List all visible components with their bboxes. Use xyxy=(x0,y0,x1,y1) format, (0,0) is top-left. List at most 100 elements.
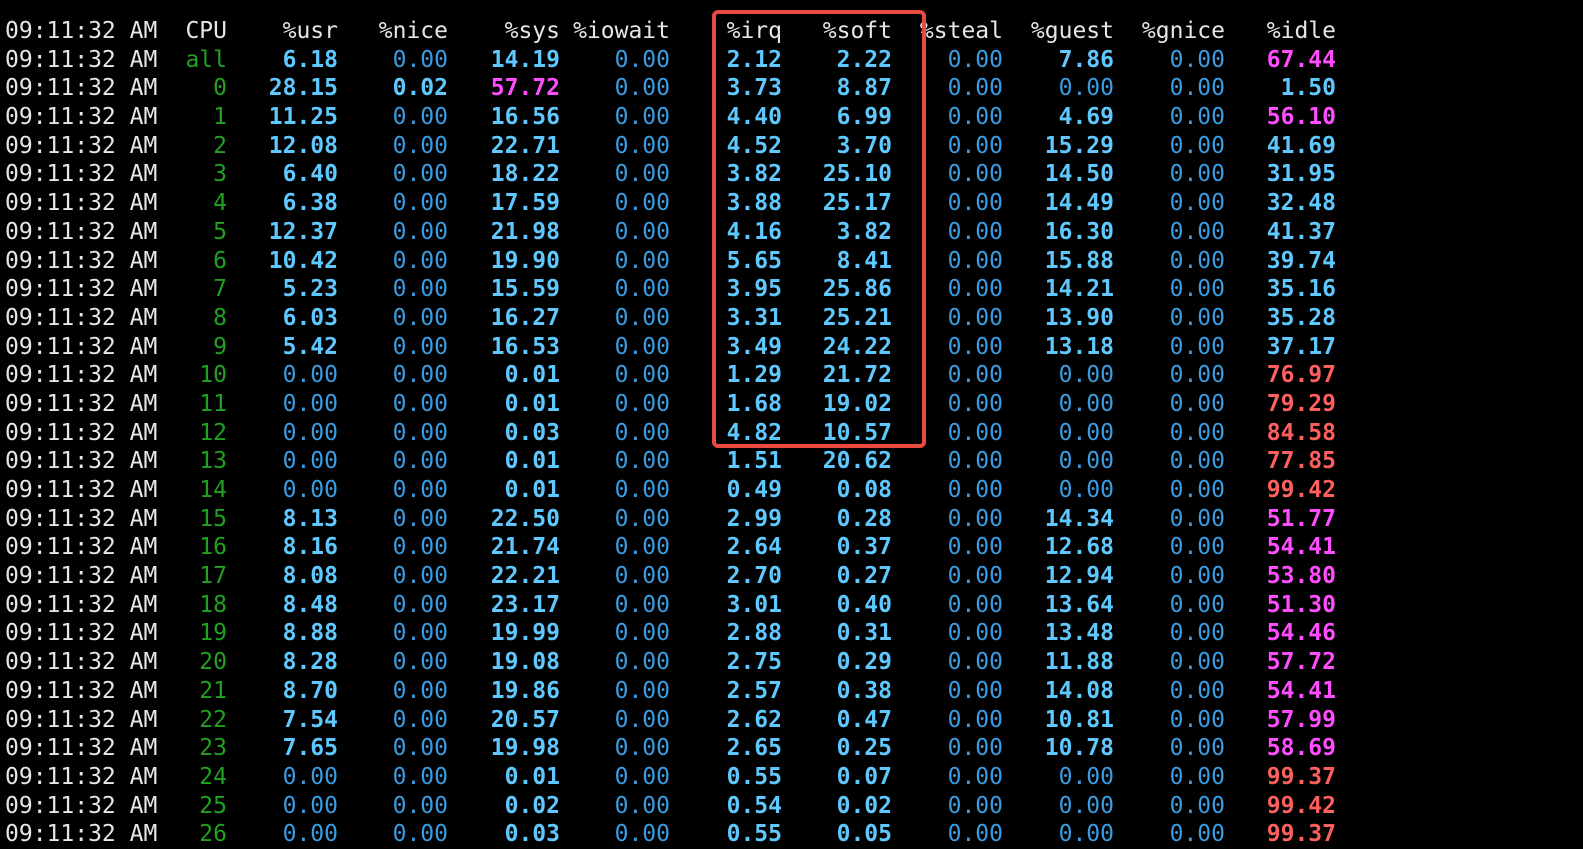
cell-soft: 24.22 xyxy=(822,333,892,360)
cell-guest: 13.90 xyxy=(1044,304,1114,331)
cell-irq: 2.75 xyxy=(726,649,782,676)
cell-cpu: 7 xyxy=(213,276,227,303)
table-row: 09:11:32 AM 11 0.00 0.00 0.01 0.00 1.68 19.02 0.… xyxy=(0,390,1583,419)
cell-cpu: 5 xyxy=(213,218,227,245)
cell-nice: 0.00 xyxy=(392,362,448,389)
cell-guest: 12.68 xyxy=(1044,534,1114,561)
cell-gnice: 0.00 xyxy=(1169,620,1225,647)
cell-irq: 4.82 xyxy=(726,419,782,446)
cell-iowait: 0.00 xyxy=(614,104,670,131)
cell-gnice: 0.00 xyxy=(1169,649,1225,676)
cell-nice: 0.00 xyxy=(392,419,448,446)
cell-steal: 0.00 xyxy=(947,132,1003,159)
cell-irq: 2.64 xyxy=(726,534,782,561)
cell-guest: 10.81 xyxy=(1044,706,1114,733)
cell-sys: 17.59 xyxy=(490,190,560,217)
cell-usr: 5.42 xyxy=(282,333,338,360)
cell-sys: 19.86 xyxy=(490,677,560,704)
cell-time: 09:11:32 AM xyxy=(5,620,158,647)
cell-nice: 0.00 xyxy=(392,104,448,131)
cell-usr: 12.08 xyxy=(268,132,338,159)
header-row: 09:11:32 AM CPU %usr %nice %sys %iowait … xyxy=(0,17,1583,46)
cell-steal: 0.00 xyxy=(947,649,1003,676)
cell-iowait: 0.00 xyxy=(614,46,670,73)
cell-cpu: all xyxy=(185,46,227,73)
cell-iowait: 0.00 xyxy=(614,677,670,704)
cell-nice: 0.00 xyxy=(392,505,448,532)
cell-time: 09:11:32 AM xyxy=(5,333,158,360)
cell-iowait: 0.00 xyxy=(614,419,670,446)
cell-irq: 5.65 xyxy=(726,247,782,274)
cell-cpu: 13 xyxy=(199,448,227,475)
cell-iowait: 0.00 xyxy=(614,333,670,360)
cell-cpu: 22 xyxy=(199,706,227,733)
cell-guest: 15.29 xyxy=(1044,132,1114,159)
cell-soft: 0.08 xyxy=(836,477,892,503)
cell-time: 09:11:32 AM xyxy=(5,190,158,217)
cell-iowait: 0.00 xyxy=(614,591,670,618)
cell-time: 09:11:32 AM xyxy=(5,477,158,503)
table-row: 09:11:32 AM 24 0.00 0.00 0.01 0.00 0.55 0.07 0.0… xyxy=(0,763,1583,792)
cell-guest: 7.86 xyxy=(1058,46,1114,73)
cell-guest: 16.30 xyxy=(1044,218,1114,245)
cell-idle: 79.29 xyxy=(1266,390,1336,417)
cell-soft: 0.31 xyxy=(836,620,892,647)
cell-sys: 14.19 xyxy=(490,46,560,73)
cell-cpu: 9 xyxy=(213,333,227,360)
cell-gnice: 0.00 xyxy=(1169,390,1225,417)
header-iowait: %iowait xyxy=(573,18,670,44)
table-row: 09:11:32 AM 22 7.54 0.00 20.57 0.00 2.62 0.47 0.… xyxy=(0,706,1583,735)
cell-iowait: 0.00 xyxy=(614,792,670,819)
cell-time: 09:11:32 AM xyxy=(5,735,158,762)
cell-nice: 0.00 xyxy=(392,563,448,590)
cell-irq: 3.88 xyxy=(726,190,782,217)
cell-usr: 8.28 xyxy=(282,649,338,676)
cell-sys: 16.27 xyxy=(490,304,560,331)
header-cpu: CPU xyxy=(185,18,227,44)
cell-usr: 5.23 xyxy=(282,276,338,303)
cell-iowait: 0.00 xyxy=(614,75,670,102)
cell-irq: 1.51 xyxy=(726,448,782,475)
cell-iowait: 0.00 xyxy=(614,304,670,331)
cell-steal: 0.00 xyxy=(947,620,1003,647)
cell-cpu: 4 xyxy=(213,190,227,217)
cell-nice: 0.00 xyxy=(392,333,448,360)
cell-time: 09:11:32 AM xyxy=(5,677,158,704)
cell-time: 09:11:32 AM xyxy=(5,763,158,790)
cell-soft: 3.82 xyxy=(836,218,892,245)
table-row: 09:11:32 AM 18 8.48 0.00 23.17 0.00 3.01 0.40 0.… xyxy=(0,591,1583,620)
cell-soft: 25.10 xyxy=(822,161,892,188)
cell-steal: 0.00 xyxy=(947,448,1003,475)
cell-idle: 54.46 xyxy=(1266,620,1336,647)
cell-sys: 21.74 xyxy=(490,534,560,561)
cell-cpu: 12 xyxy=(199,419,227,446)
cell-time: 09:11:32 AM xyxy=(5,505,158,532)
cell-gnice: 0.00 xyxy=(1169,763,1225,790)
cell-irq: 2.57 xyxy=(726,677,782,704)
cell-nice: 0.00 xyxy=(392,763,448,790)
cell-gnice: 0.00 xyxy=(1169,218,1225,245)
cell-steal: 0.00 xyxy=(947,591,1003,618)
cell-soft: 21.72 xyxy=(822,362,892,389)
cell-nice: 0.02 xyxy=(392,75,448,102)
header-soft: %soft xyxy=(822,18,892,44)
cell-guest: 13.18 xyxy=(1044,333,1114,360)
cell-nice: 0.00 xyxy=(392,792,448,819)
cell-steal: 0.00 xyxy=(947,677,1003,704)
cell-usr: 0.00 xyxy=(282,390,338,417)
cell-soft: 19.02 xyxy=(822,390,892,417)
cell-sys: 19.90 xyxy=(490,247,560,274)
cell-irq: 3.82 xyxy=(726,161,782,188)
cell-time: 09:11:32 AM xyxy=(5,563,158,590)
table-row: 09:11:32 AM 20 8.28 0.00 19.08 0.00 2.75 0.29 0.… xyxy=(0,648,1583,677)
cell-idle: 39.74 xyxy=(1266,247,1336,274)
cell-sys: 16.56 xyxy=(490,104,560,131)
cell-usr: 6.03 xyxy=(282,304,338,331)
cell-idle: 53.80 xyxy=(1266,563,1336,590)
cell-irq: 1.29 xyxy=(726,362,782,389)
cell-iowait: 0.00 xyxy=(614,706,670,733)
cell-gnice: 0.00 xyxy=(1169,132,1225,159)
cell-nice: 0.00 xyxy=(392,477,448,503)
cell-idle: 41.69 xyxy=(1266,132,1336,159)
cell-iowait: 0.00 xyxy=(614,276,670,303)
